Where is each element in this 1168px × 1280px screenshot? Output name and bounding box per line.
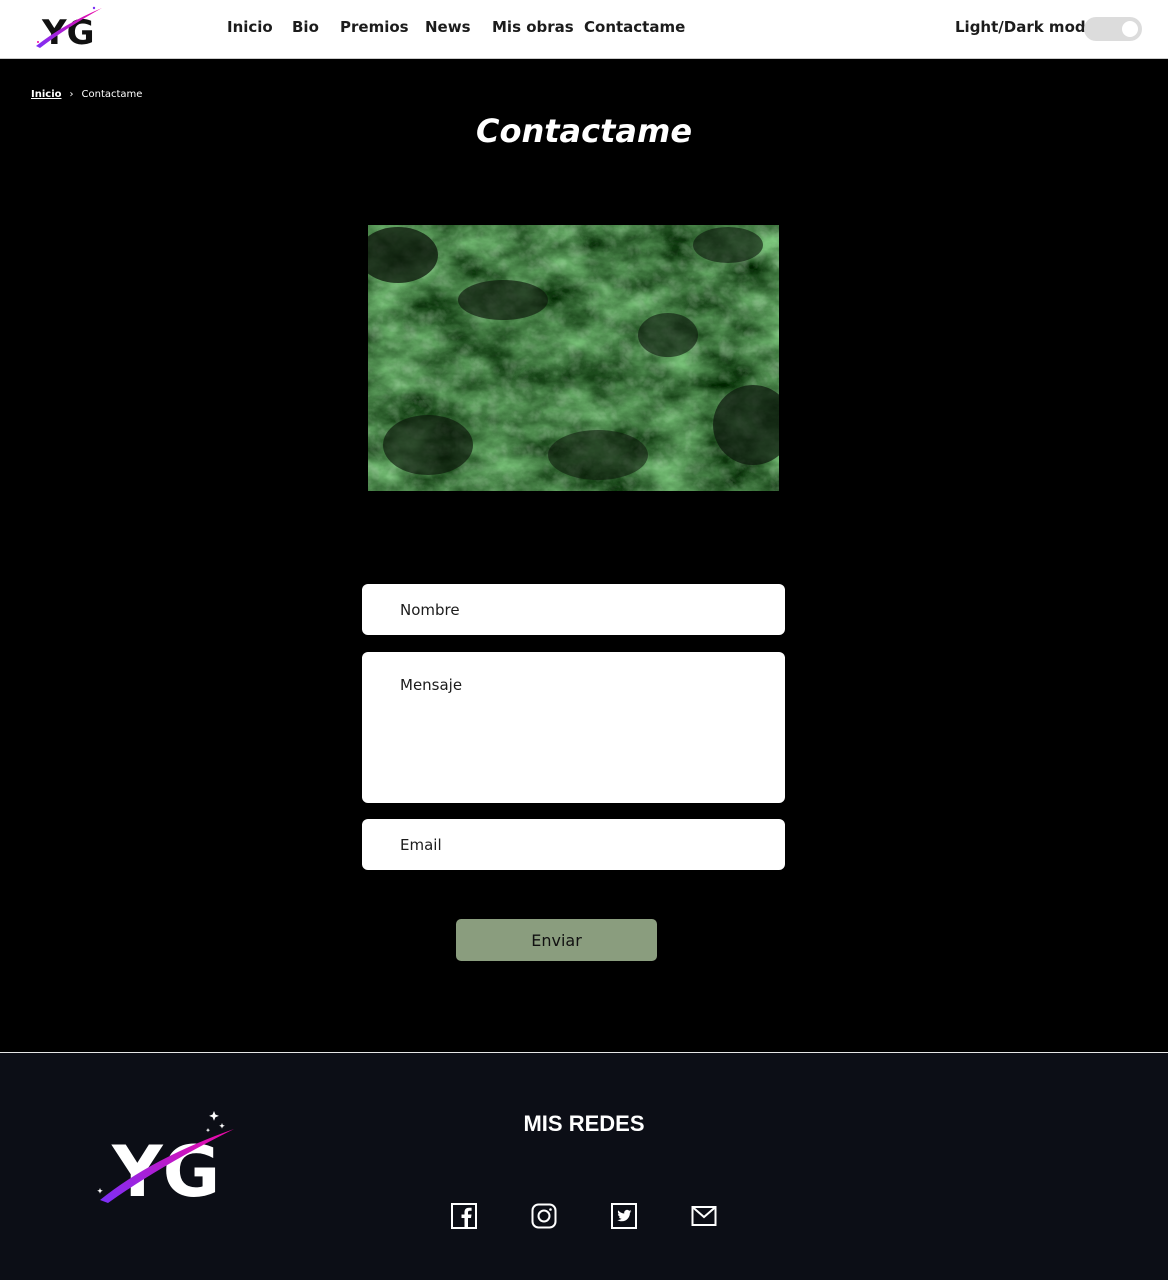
page-title: Contactame bbox=[475, 112, 693, 150]
dark-mode-toggle[interactable] bbox=[1084, 17, 1142, 41]
mensaje-textarea[interactable] bbox=[362, 652, 785, 803]
top-header: YG Inicio Bio Premios News Mis obras Con… bbox=[0, 0, 1168, 59]
footer-title: MIS REDES bbox=[523, 1111, 645, 1136]
breadcrumb-home[interactable]: Inicio bbox=[31, 89, 62, 100]
moss-image bbox=[368, 225, 779, 491]
nav-news[interactable]: News bbox=[425, 18, 471, 36]
yg-logo[interactable]: YG bbox=[34, 4, 106, 50]
nombre-input[interactable] bbox=[362, 584, 785, 635]
facebook-icon[interactable] bbox=[451, 1203, 477, 1229]
instagram-icon[interactable] bbox=[531, 1203, 557, 1229]
twitter-icon[interactable] bbox=[611, 1203, 637, 1229]
nav-mis-obras[interactable]: Mis obras bbox=[492, 18, 574, 36]
breadcrumb-separator: › bbox=[69, 89, 74, 100]
breadcrumb-current: Contactame bbox=[81, 89, 143, 100]
footer: YG MIS REDES bbox=[0, 1052, 1168, 1280]
email-input[interactable] bbox=[362, 819, 785, 870]
breadcrumb: Inicio › Contactame bbox=[31, 89, 142, 100]
logo-text: YG bbox=[41, 13, 95, 50]
toggle-knob bbox=[1122, 21, 1138, 37]
enviar-button[interactable]: Enviar bbox=[456, 919, 657, 961]
nav-bio[interactable]: Bio bbox=[292, 18, 319, 36]
nav-premios[interactable]: Premios bbox=[340, 18, 409, 36]
mail-icon[interactable] bbox=[691, 1203, 717, 1229]
mode-label: Light/Dark mode bbox=[955, 18, 1096, 36]
nav-inicio[interactable]: Inicio bbox=[227, 18, 273, 36]
nav-contactame[interactable]: Contactame bbox=[584, 18, 685, 36]
